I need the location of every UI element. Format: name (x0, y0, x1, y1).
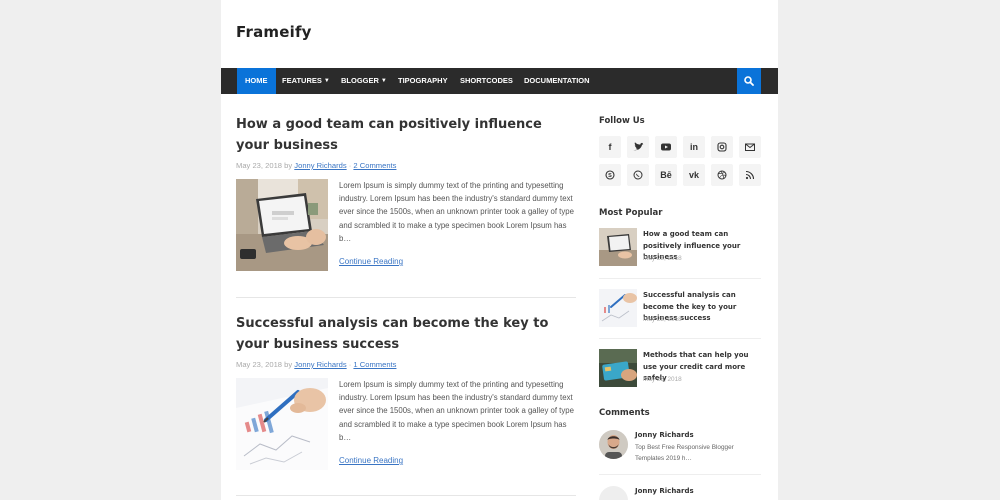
nav-typography[interactable]: TIPOGRAPHY (398, 68, 448, 94)
post-thumbnail[interactable] (236, 378, 328, 470)
linkedin-glyph: in (690, 142, 698, 152)
nav-shortcodes[interactable]: SHORTCODES (460, 68, 513, 94)
svg-text:S: S (608, 173, 612, 179)
search-button[interactable] (737, 68, 761, 94)
nav-blogger-label: BLOGGER (341, 76, 379, 85)
most-popular-title: Most Popular (599, 208, 663, 218)
post-body: Lorem Ipsum is simply dummy text of the … (236, 378, 576, 478)
avatar (599, 486, 628, 500)
post-excerpt: Lorem Ipsum is simply dummy text of the … (339, 181, 574, 243)
popular-post-item[interactable]: Successful analysis can become the key t… (599, 289, 761, 327)
twitter-glyph (633, 142, 644, 151)
instagram-icon[interactable] (711, 136, 733, 158)
laptop-photo (236, 179, 328, 271)
post-thumbnail[interactable] (236, 179, 328, 271)
email-glyph (745, 143, 755, 151)
facebook-glyph: f (608, 142, 612, 152)
post-body: Lorem Ipsum is simply dummy text of the … (236, 179, 576, 279)
popular-post-date: May 23, 2018 (643, 316, 682, 323)
twitter-icon[interactable] (627, 136, 649, 158)
post-by: by (284, 360, 293, 369)
post-card: Successful analysis can become the key t… (236, 314, 576, 478)
avatar (599, 430, 628, 459)
skype-icon[interactable]: S (599, 164, 621, 186)
post-title[interactable]: Successful analysis can become the key t… (236, 314, 556, 355)
nav-home[interactable]: HOME (237, 68, 276, 94)
whatsapp-glyph (633, 170, 643, 180)
popular-post-date: May 23, 2018 (643, 255, 682, 262)
meta-separator: · (348, 161, 352, 170)
post-divider (236, 495, 576, 496)
post-divider (236, 297, 576, 298)
continue-reading-link[interactable]: Continue Reading (339, 257, 403, 266)
vk-glyph: vk (688, 170, 699, 180)
whatsapp-icon[interactable] (627, 164, 649, 186)
behance-icon[interactable]: Bē (655, 164, 677, 186)
comment-text[interactable]: Top Best Free Responsive Blogger Templat… (635, 443, 760, 464)
popular-thumbnail (599, 349, 637, 387)
nav-blogger[interactable]: BLOGGER ▼ (341, 68, 387, 94)
post-date: May 23, 2018 (236, 360, 283, 369)
popular-divider (599, 338, 761, 339)
email-icon[interactable] (739, 136, 761, 158)
post-comments-link[interactable]: 2 Comments (353, 161, 396, 170)
follow-us-title: Follow Us (599, 116, 645, 126)
comment-divider (599, 474, 761, 475)
post-card: How a good team can positively influence… (236, 115, 576, 279)
instagram-glyph (717, 142, 727, 152)
popular-post-item[interactable]: Methods that can help you use your credi… (599, 349, 761, 387)
youtube-icon[interactable] (655, 136, 677, 158)
dribbble-glyph (717, 170, 727, 180)
nav-documentation[interactable]: DOCUMENTATION (524, 68, 590, 94)
popular-divider (599, 278, 761, 279)
chevron-down-icon: ▼ (380, 78, 387, 84)
meta-separator: · (348, 360, 352, 369)
post-title[interactable]: How a good team can positively influence… (236, 115, 556, 156)
comments-title: Comments (599, 408, 650, 418)
linkedin-icon[interactable]: in (683, 136, 705, 158)
chevron-down-icon: ▼ (323, 78, 330, 84)
post-meta: May 23, 2018 by Jonny Richards · 1 Comme… (236, 360, 576, 372)
post-comments-link[interactable]: 1 Comments (353, 360, 396, 369)
rss-glyph (745, 170, 755, 180)
search-icon (744, 76, 754, 86)
comment-author[interactable]: Jonny Richards (635, 487, 694, 495)
popular-thumbnail (599, 228, 637, 266)
skype-glyph: S (605, 170, 615, 180)
site-logo[interactable]: Frameify (236, 23, 312, 41)
main-navbar: HOME FEATURES ▼ BLOGGER ▼ TIPOGRAPHY SHORT… (221, 68, 778, 94)
vk-icon[interactable]: vk (683, 164, 705, 186)
nav-features[interactable]: FEATURES ▼ (282, 68, 330, 94)
post-by: by (284, 161, 293, 170)
post-author-link[interactable]: Jonny Richards (294, 161, 346, 170)
post-author-link[interactable]: Jonny Richards (294, 360, 346, 369)
analysis-chart-photo (236, 378, 328, 470)
nav-features-label: FEATURES (282, 76, 322, 85)
popular-post-item[interactable]: How a good team can positively influence… (599, 228, 761, 266)
page-container: Frameify HOME FEATURES ▼ BLOGGER ▼ TIPOGRA… (221, 0, 778, 500)
popular-thumbnail (599, 289, 637, 327)
post-excerpt: Lorem Ipsum is simply dummy text of the … (339, 380, 574, 442)
post-date: May 23, 2018 (236, 161, 283, 170)
rss-icon[interactable] (739, 164, 761, 186)
comment-author[interactable]: Jonny Richards (635, 431, 694, 439)
dribbble-icon[interactable] (711, 164, 733, 186)
popular-post-date: May 23, 2018 (643, 376, 682, 383)
continue-reading-link[interactable]: Continue Reading (339, 456, 403, 465)
behance-glyph: Bē (660, 170, 672, 180)
youtube-glyph (661, 143, 671, 151)
facebook-icon[interactable]: f (599, 136, 621, 158)
post-meta: May 23, 2018 by Jonny Richards · 2 Comme… (236, 161, 576, 173)
